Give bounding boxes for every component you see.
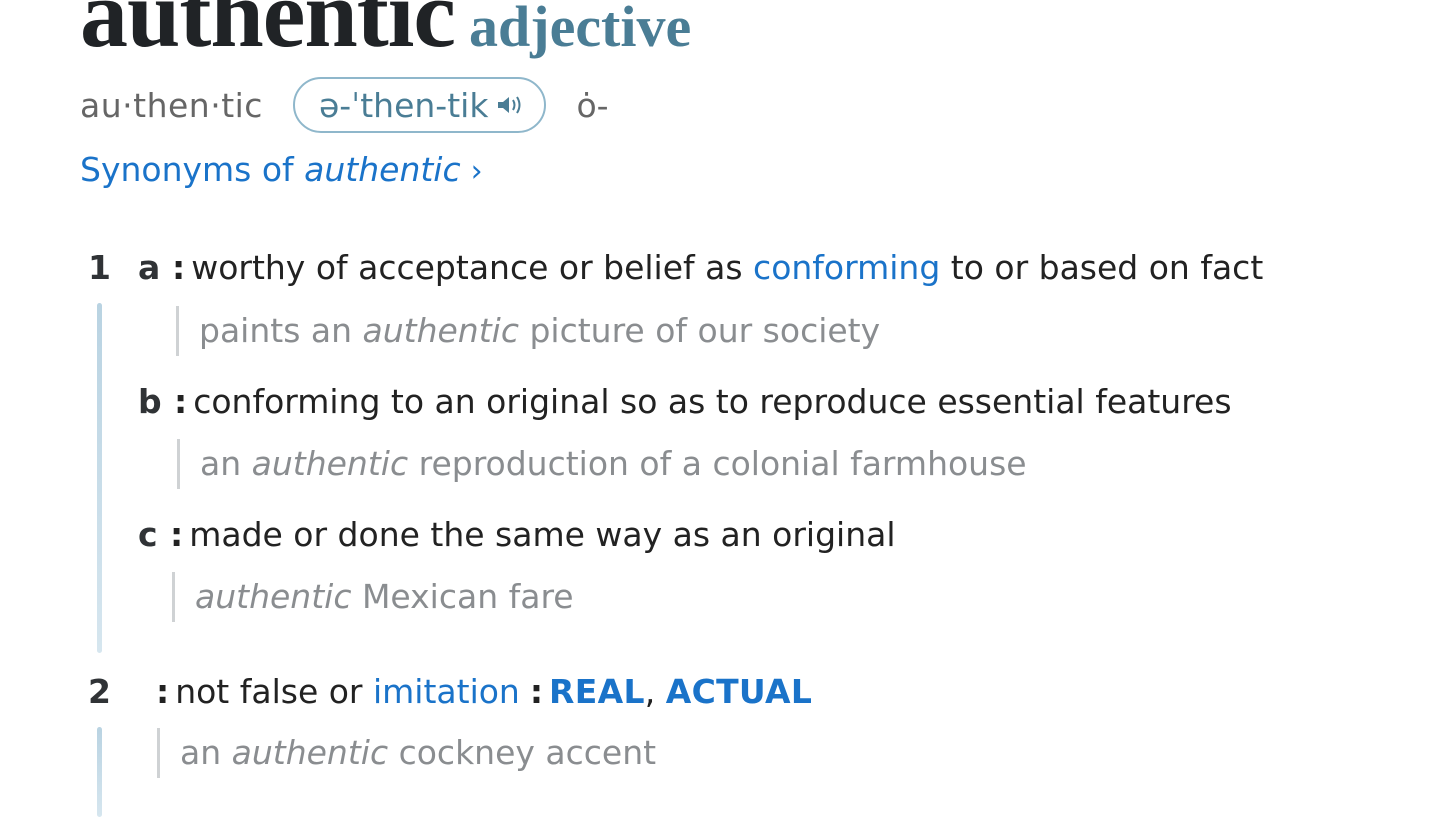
part-of-speech[interactable]: adjective (469, 0, 691, 59)
synonym-actual[interactable]: ACTUAL (666, 672, 812, 711)
example-1b: an authentic reproduction of a colonial … (177, 439, 1027, 489)
subsense-letter: b (138, 382, 162, 421)
definition-2: : not false or imitation: REAL, ACTUAL (156, 672, 813, 711)
synonyms-link-prefix: Synonyms of (80, 150, 305, 189)
definition-1a: : worthy of acceptance or belief as confo… (172, 248, 1264, 287)
link-imitation[interactable]: imitation (373, 672, 520, 711)
chevron-right-icon: › (470, 154, 483, 189)
speaker-icon (498, 96, 521, 114)
pronunciation-row: au·then·tic ə-ˈthen-tik ȯ- (80, 76, 609, 134)
headword: authentic (80, 0, 456, 67)
subsense-letter: c (138, 515, 158, 554)
definition-1c: : made or done the same way as an origina… (170, 515, 896, 554)
synonyms-link[interactable]: Synonyms of authentic › (80, 150, 483, 189)
definition-1b: : conforming to an original so as to repr… (174, 382, 1232, 421)
sense-number: 2 (88, 672, 111, 711)
syllables: au·then·tic (80, 85, 263, 125)
synonym-real[interactable]: REAL (549, 672, 645, 711)
example-1c: authentic Mexican fare (172, 572, 574, 622)
link-conforming[interactable]: conforming (753, 248, 940, 287)
sense-number: 1 (88, 248, 111, 287)
pronunciation-text: ə-ˈthen-tik (318, 85, 489, 125)
synonyms-link-word: authentic (304, 150, 461, 189)
entry-header: authentic adjective (80, 0, 691, 69)
subsense-letter: a (138, 248, 161, 287)
sense-bar (97, 727, 102, 817)
example-2: an authentic cockney accent (157, 728, 656, 778)
pronunciation-audio-button[interactable]: ə-ˈthen-tik (292, 77, 547, 133)
sense-bar (97, 303, 102, 653)
example-1a: paints an authentic picture of our socie… (176, 306, 880, 356)
alt-pronunciation: ȯ- (576, 85, 609, 125)
